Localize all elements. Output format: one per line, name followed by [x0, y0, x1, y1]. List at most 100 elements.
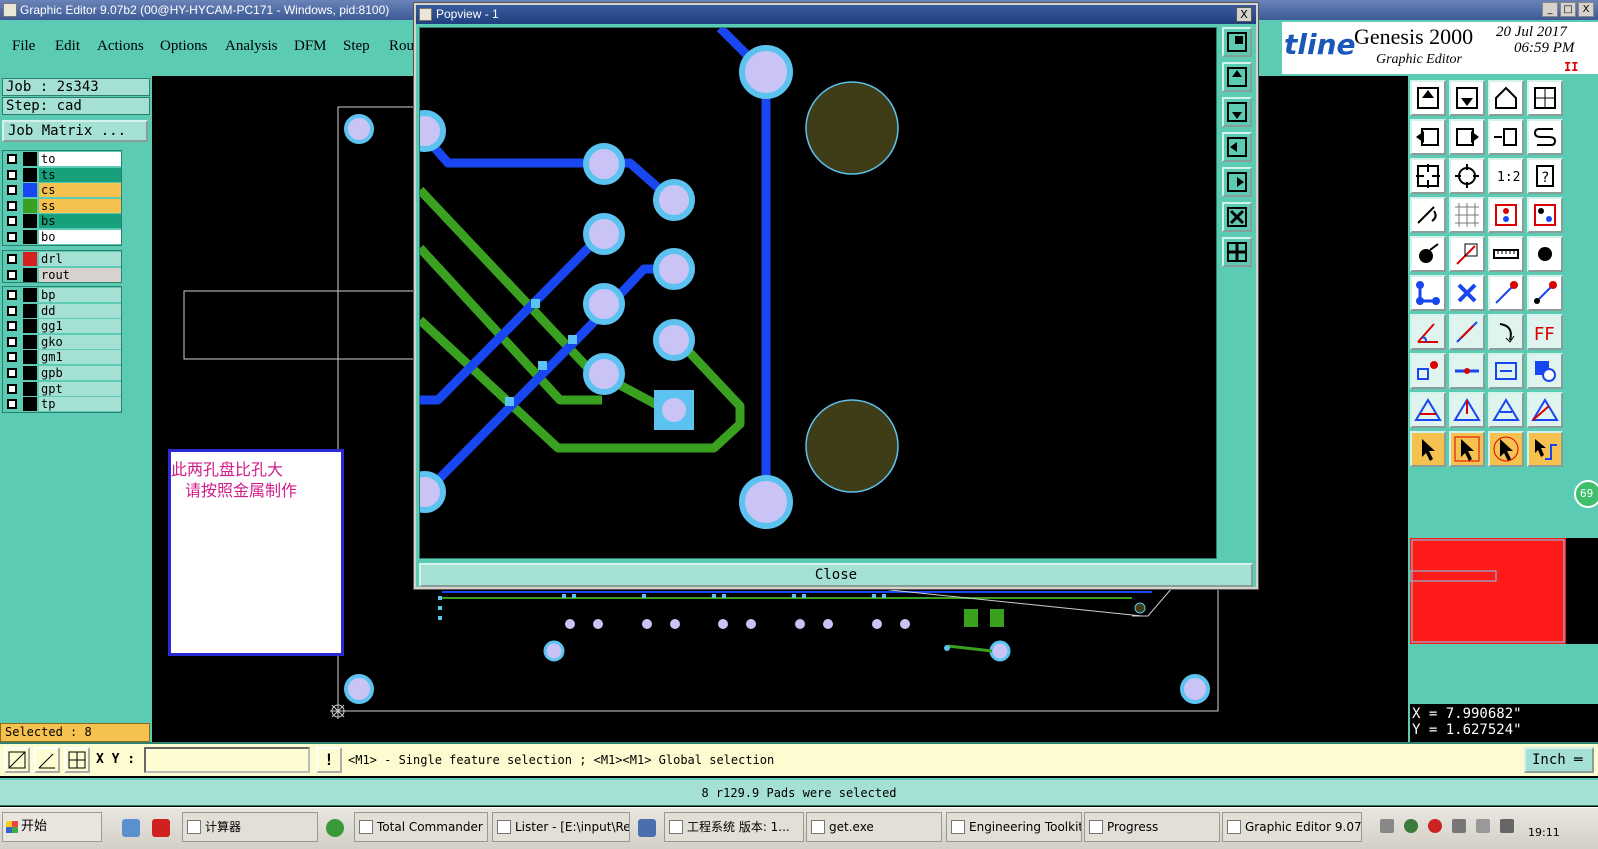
layer-checkbox[interactable] [7, 336, 17, 347]
layer-row-gg1[interactable]: gg1 [3, 318, 121, 334]
layer-checkbox[interactable] [7, 321, 17, 332]
layer-row-bo[interactable]: bo [3, 229, 121, 245]
tray-misc-icon[interactable] [1500, 819, 1514, 833]
layer-name[interactable]: rout [39, 267, 121, 282]
pad[interactable] [583, 353, 625, 395]
snap-mode-button[interactable] [4, 747, 30, 773]
connect-button[interactable] [1410, 275, 1446, 311]
notification-badge[interactable]: 69 [1574, 480, 1598, 508]
scale-1-2-button[interactable]: 1:2 [1488, 158, 1524, 194]
tray-keyboard-icon[interactable] [1380, 819, 1394, 833]
layer-color-swatch[interactable] [23, 267, 37, 282]
select-route-button[interactable] [1527, 431, 1563, 467]
layer-name[interactable]: bs [39, 214, 121, 229]
house-button[interactable] [1488, 80, 1524, 116]
layer-checkbox[interactable] [7, 399, 17, 410]
pad[interactable] [739, 45, 793, 99]
task-engineering-system[interactable]: 工程系统 版本: 1... [664, 812, 804, 842]
pad[interactable] [420, 110, 446, 152]
tray-volume-icon[interactable] [1476, 819, 1490, 833]
minus-button[interactable] [1449, 353, 1485, 389]
menu-options[interactable]: Options [160, 38, 208, 55]
layer-name[interactable]: to [39, 152, 121, 166]
layer-row-gpt[interactable]: gpt [3, 381, 121, 397]
layer-color-swatch[interactable] [23, 334, 37, 349]
corner-pad[interactable] [344, 114, 374, 144]
layer-name[interactable]: drl [39, 252, 121, 266]
pad[interactable] [653, 179, 695, 221]
layer-checkbox[interactable] [7, 169, 17, 180]
task-progress[interactable]: Progress [1084, 812, 1220, 842]
popview-pan-left-button[interactable] [1222, 132, 1252, 162]
zoom-home-button[interactable] [1410, 80, 1446, 116]
pad[interactable] [420, 471, 446, 513]
select-arrow2-button[interactable] [1449, 431, 1485, 467]
layer-name[interactable]: gm1 [39, 350, 121, 365]
layer-checkbox[interactable] [7, 383, 17, 394]
maximize-button[interactable]: □ [1560, 2, 1576, 17]
layer-row-ss[interactable]: ss [3, 198, 121, 214]
pad[interactable] [653, 319, 695, 361]
layer-name[interactable]: dd [39, 303, 121, 318]
layer-row-cs[interactable]: cs [3, 182, 121, 198]
snap-red-button[interactable] [1488, 197, 1524, 233]
popview-canvas[interactable] [419, 27, 1217, 559]
layer-checkbox[interactable] [7, 254, 17, 264]
overview-map[interactable] [1409, 538, 1598, 644]
triangle4-button[interactable] [1527, 392, 1563, 428]
layer-color-swatch[interactable] [23, 167, 37, 182]
tray-display-icon[interactable] [1452, 819, 1466, 833]
layer-color-swatch[interactable] [23, 198, 37, 213]
start-button[interactable]: 开始 [2, 812, 102, 842]
menu-edit[interactable]: Edit [55, 38, 80, 55]
popview-pan-right-button[interactable] [1222, 167, 1252, 197]
center-button[interactable] [1449, 158, 1485, 194]
pad[interactable] [583, 283, 625, 325]
layer-color-swatch[interactable] [23, 288, 37, 302]
layer-row-gpb[interactable]: gpb [3, 365, 121, 381]
layer-color-swatch[interactable] [23, 183, 37, 198]
add-line-button[interactable] [1449, 236, 1485, 272]
corner-pad[interactable] [344, 674, 374, 704]
menu-step[interactable]: Step [343, 38, 370, 55]
task-lister[interactable]: Lister - [E:\input\Rec... [492, 812, 630, 842]
layer-checkbox[interactable] [7, 231, 17, 242]
via-pad[interactable] [543, 640, 565, 662]
layer-color-swatch[interactable] [23, 397, 37, 412]
layer-name[interactable]: cs [39, 183, 121, 198]
layer-row-bs[interactable]: bs [3, 213, 121, 229]
menu-dfm[interactable]: DFM [294, 38, 327, 55]
layer-name[interactable]: gpt [39, 381, 121, 396]
triangle3-button[interactable] [1488, 392, 1524, 428]
select-arrow-button[interactable] [1410, 431, 1446, 467]
layer-color-swatch[interactable] [23, 229, 37, 244]
popview-pan-up-button[interactable] [1222, 62, 1252, 92]
close-window-button[interactable]: X [1578, 2, 1594, 17]
pad[interactable] [583, 213, 625, 255]
help-button[interactable]: ? [1527, 158, 1563, 194]
task-calculator[interactable]: 计算器 [182, 812, 318, 842]
layer-color-swatch[interactable] [23, 303, 37, 318]
popview-zoom-out-button[interactable] [1222, 237, 1252, 267]
popview-close-icon[interactable]: X [1236, 7, 1252, 22]
pad[interactable] [739, 475, 793, 529]
grid-mode-button[interactable] [64, 747, 90, 773]
measure-button[interactable] [1410, 197, 1446, 233]
layer-name[interactable]: gg1 [39, 319, 121, 334]
layer-color-swatch[interactable] [23, 214, 37, 229]
layer-name[interactable]: ss [39, 198, 121, 213]
via-pad[interactable] [989, 640, 1011, 662]
browser-icon[interactable] [326, 819, 344, 837]
copy-button[interactable] [1410, 353, 1446, 389]
task-total-commander[interactable]: Total Commander 7.... [354, 812, 488, 842]
pad[interactable] [583, 143, 625, 185]
layer-row-drl[interactable]: drl [3, 251, 121, 267]
dot-button[interactable] [1527, 236, 1563, 272]
snap-red2-button[interactable] [1527, 197, 1563, 233]
layer-color-swatch[interactable] [23, 381, 37, 396]
layer-color-swatch[interactable] [23, 152, 37, 166]
layer-row-tp[interactable]: tp [3, 396, 121, 412]
layer-name[interactable]: ts [39, 167, 121, 182]
layer-name[interactable]: tp [39, 397, 121, 412]
menu-file[interactable]: File [12, 38, 35, 55]
